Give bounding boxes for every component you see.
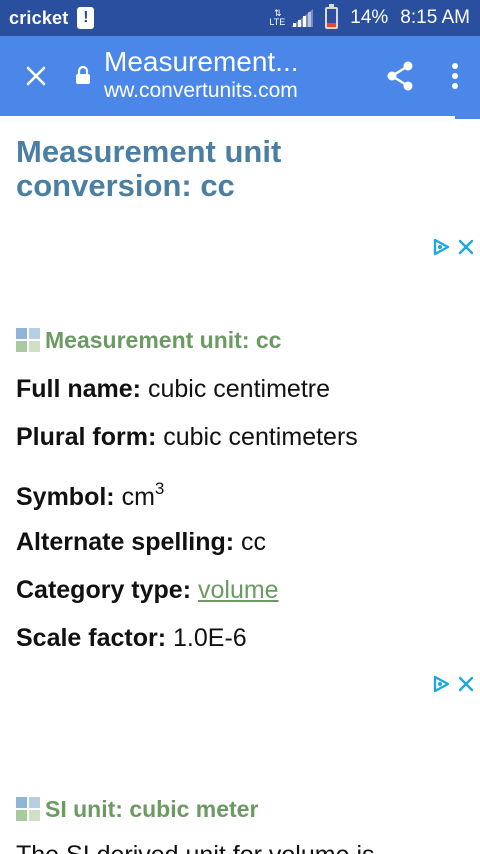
grid-icon xyxy=(16,328,41,353)
overflow-menu-button[interactable] xyxy=(430,36,480,116)
info-row-plural: Plural form: cubic centimeters xyxy=(16,423,358,451)
adchoices-icon xyxy=(433,238,450,256)
lock-icon[interactable] xyxy=(72,65,94,85)
alert-notification-icon: ! xyxy=(77,7,95,29)
close-ad-icon xyxy=(458,239,474,255)
paragraph-partial: The SI derived unit for volume is xyxy=(16,841,375,854)
share-icon xyxy=(387,61,413,91)
battery-icon xyxy=(325,4,339,29)
info-row-full-name: Full name: cubic centimetre xyxy=(16,375,330,403)
ad-choices-top[interactable] xyxy=(414,235,474,259)
share-button[interactable] xyxy=(370,36,430,116)
grid-icon xyxy=(16,797,41,822)
ad-choices-bottom[interactable] xyxy=(414,672,474,696)
browser-toolbar: Measurement... ww.convertunits.com xyxy=(0,36,480,116)
web-content[interactable]: Measurement unit conversion: cc Measurem… xyxy=(0,119,480,854)
info-row-category: Category type: volume xyxy=(16,576,279,604)
section-heading-unit: Measurement unit: cc xyxy=(16,327,281,354)
clock-time: 8:15 AM xyxy=(400,7,470,28)
battery-percent: 14% xyxy=(350,7,389,28)
status-bar: cricket ! ⇅ LTE 14% 8:15 AM xyxy=(0,0,480,36)
page-heading: Measurement unit conversion: cc xyxy=(16,134,282,203)
section-heading-si: SI unit: cubic meter xyxy=(16,796,258,823)
page-title: Measurement... xyxy=(104,46,299,77)
info-row-scale: Scale factor: 1.0E-6 xyxy=(16,624,247,652)
address-block[interactable]: Measurement... ww.convertunits.com xyxy=(104,45,370,103)
info-row-alt-spelling: Alternate spelling: cc xyxy=(16,528,267,556)
carrier-name: cricket xyxy=(9,7,69,28)
lte-icon: ⇅ LTE xyxy=(269,8,286,27)
close-tab-button[interactable] xyxy=(0,36,72,116)
info-row-symbol: Symbol: cm3 xyxy=(16,479,165,511)
section-heading-text: SI unit: cubic meter xyxy=(45,796,259,822)
close-icon xyxy=(26,66,46,86)
more-vert-icon xyxy=(452,63,458,89)
category-link[interactable]: volume xyxy=(198,576,279,604)
adchoices-icon xyxy=(433,675,450,693)
signal-strength-icon xyxy=(291,9,314,27)
page-url: ww.convertunits.com xyxy=(104,79,298,102)
section-heading-text: Measurement unit: cc xyxy=(45,327,282,353)
close-ad-icon xyxy=(458,676,474,692)
